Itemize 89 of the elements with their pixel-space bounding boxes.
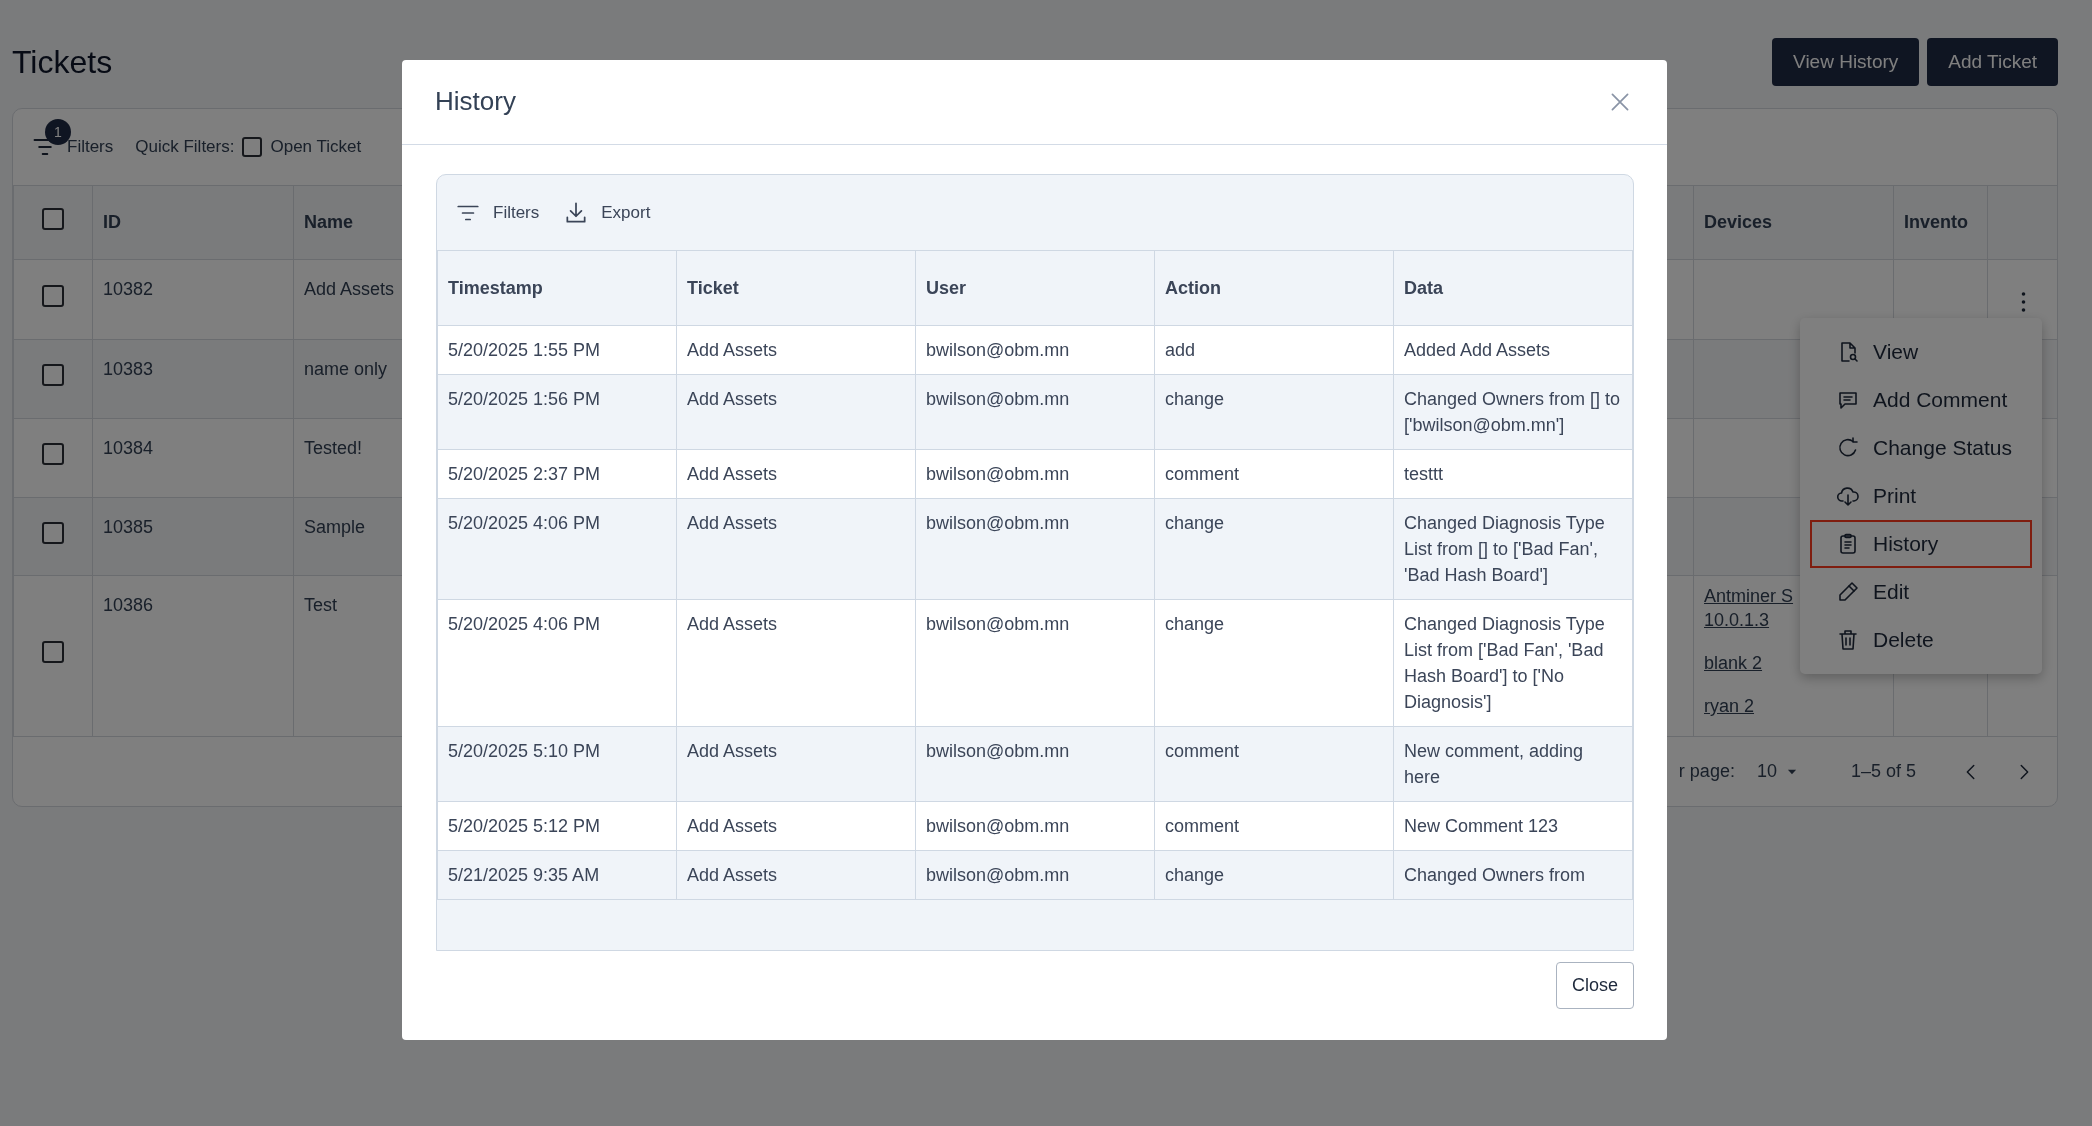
table-cell: change	[1165, 614, 1225, 634]
column-header[interactable]: Devices	[1704, 212, 1773, 232]
menu-item[interactable]: History	[1810, 520, 2032, 568]
rows-per-page-select[interactable]: 10	[1756, 758, 1799, 785]
column-header[interactable]: Name	[304, 212, 354, 232]
table-cell: change	[1165, 865, 1225, 885]
column-header[interactable]: Ticket	[687, 278, 739, 298]
page-title: Tickets	[12, 42, 113, 82]
table-cell: bwilson@obm.mn	[926, 464, 1070, 484]
header-button[interactable]: Add Ticket	[1927, 38, 2058, 86]
table-cell: bwilson@obm.mn	[926, 865, 1070, 885]
table-cell: 5/20/2025 4:06 PM	[448, 614, 601, 634]
table-cell: Add Assets	[687, 816, 778, 836]
table-cell: bwilson@obm.mn	[926, 340, 1070, 360]
table-cell: Added Add Assets	[1404, 340, 1551, 360]
table-cell: comment	[1165, 741, 1240, 761]
table-cell: comment	[1165, 464, 1240, 484]
device-link[interactable]: ryan 2	[1704, 694, 1808, 718]
row-checkbox[interactable]	[42, 641, 64, 663]
table-cell: change	[1165, 389, 1225, 409]
table-cell: Add Assets	[687, 865, 778, 885]
dialog-title: History	[435, 86, 516, 118]
close-button[interactable]: Close	[1555, 962, 1634, 1009]
table-cell: name only	[304, 359, 388, 379]
table-cell: 5/20/2025 2:37 PM	[448, 464, 601, 484]
table-cell: Test	[304, 595, 337, 615]
header-button[interactable]: View History	[1772, 38, 1920, 86]
table-cell: Add Assets	[687, 614, 778, 634]
table-cell: 5/21/2025 9:35 AM	[448, 865, 600, 885]
column-header[interactable]: User	[926, 278, 967, 298]
table-cell: comment	[1165, 816, 1240, 836]
table-cell: 5/20/2025 5:12 PM	[448, 816, 601, 836]
table-cell: add	[1165, 340, 1196, 360]
table-cell: change	[1165, 513, 1225, 533]
cloud-download-icon	[1836, 484, 1860, 508]
column-header[interactable]: Invento	[1904, 212, 1968, 232]
table-cell: 10384	[103, 438, 154, 458]
table-cell: bwilson@obm.mn	[926, 389, 1070, 409]
table-cell: 5/20/2025 5:10 PM	[448, 741, 601, 761]
row-checkbox[interactable]	[42, 284, 64, 307]
row-checkbox[interactable]	[42, 521, 64, 544]
kebab-menu-icon	[2021, 292, 2026, 313]
menu-item[interactable]: Edit	[1810, 568, 2032, 616]
table-cell: Add Assets	[687, 389, 778, 409]
table-cell: New Comment 123	[1404, 816, 1559, 836]
quick-filter-checkbox[interactable]: Open Ticket	[242, 134, 362, 160]
menu-item[interactable]: View	[1810, 328, 2032, 376]
table-cell: 10386	[103, 595, 154, 615]
table-cell: 5/20/2025 1:55 PM	[448, 340, 601, 360]
table-cell: 10383	[103, 359, 154, 379]
rows-per-page-label: r page:	[1678, 760, 1735, 783]
table-cell: bwilson@obm.mn	[926, 741, 1070, 761]
table-cell: Changed Diagnosis Type List from [] to ['Bad Fan', 'Bad Hash Board']	[1404, 513, 1605, 585]
export-button[interactable]: Export	[563, 199, 651, 226]
column-header[interactable]: ID	[103, 212, 121, 232]
column-header[interactable]: Action	[1165, 278, 1221, 298]
pencil-icon	[1836, 580, 1860, 604]
table-cell: Add Assets	[687, 340, 778, 360]
menu-item[interactable]: Delete	[1810, 616, 2032, 664]
table-cell: Add Assets	[687, 513, 778, 533]
table-cell: Tested!	[304, 438, 363, 458]
table-cell: Changed Owners from	[1404, 865, 1586, 885]
table-cell: Changed Owners from [] to ['bwilson@obm.mn']	[1404, 389, 1621, 435]
table-cell: 5/20/2025 4:06 PM	[448, 513, 601, 533]
table-cell: bwilson@obm.mn	[926, 816, 1070, 836]
menu-item[interactable]: Change Status	[1810, 424, 2032, 472]
table-cell: bwilson@obm.mn	[926, 513, 1070, 533]
row-checkbox[interactable]	[42, 443, 64, 465]
page-range: 1–5 of 5	[1850, 760, 1916, 783]
table-cell: bwilson@obm.mn	[926, 614, 1070, 634]
quick-filters-label: Quick Filters:	[135, 136, 235, 159]
select-all-checkbox[interactable]	[42, 207, 64, 230]
column-header[interactable]: Data	[1404, 278, 1443, 298]
table-cell: Add Assets	[687, 741, 778, 761]
column-header[interactable]: Timestamp	[448, 278, 543, 298]
menu-item[interactable]: Add Comment	[1810, 376, 2032, 424]
table-cell: Add Assets	[304, 279, 395, 299]
table-cell: Sample	[304, 517, 366, 537]
table-cell: New comment, adding here	[1404, 741, 1584, 787]
row-checkbox[interactable]	[42, 364, 64, 386]
table-cell: 5/20/2025 1:56 PM	[448, 389, 601, 409]
filter-button[interactable]: Filters	[455, 199, 540, 226]
menu-item[interactable]: Print	[1810, 472, 2032, 520]
table-cell: Changed Diagnosis Type List from ['Bad Fan', 'Bad Hash Board'] to ['No Diagnosis']	[1404, 614, 1605, 712]
table-cell: 10382	[103, 279, 154, 299]
trash-icon	[1836, 628, 1860, 652]
table-cell: Add Assets	[687, 464, 778, 484]
table-cell: 10385	[103, 517, 154, 537]
table-cell: testtt	[1404, 464, 1443, 484]
